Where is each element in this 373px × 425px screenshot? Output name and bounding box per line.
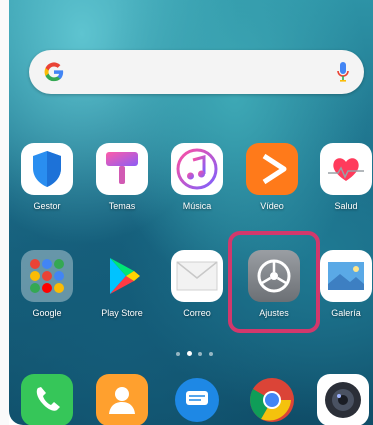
chrome-icon[interactable] — [246, 374, 298, 425]
folder-icon — [21, 250, 73, 302]
heart-icon — [320, 143, 372, 195]
google-g-icon — [44, 62, 64, 82]
play-icon — [246, 143, 298, 195]
app-label: Correo — [183, 308, 211, 318]
page-dot-active[interactable] — [187, 351, 192, 356]
page-dot[interactable] — [209, 352, 213, 356]
app-gestor[interactable]: Gestor — [15, 143, 79, 211]
messages-icon[interactable] — [171, 374, 223, 425]
app-play-store[interactable]: Play Store — [90, 250, 154, 318]
app-salud[interactable]: Salud — [314, 143, 373, 211]
device-bezel — [0, 0, 9, 425]
gallery-icon — [320, 250, 372, 302]
play-store-icon — [96, 250, 148, 302]
app-label: Gestor — [33, 201, 61, 211]
paintbrush-icon — [96, 143, 148, 195]
app-google-folder[interactable]: Google — [15, 250, 79, 318]
page-dot[interactable] — [176, 352, 180, 356]
microphone-icon[interactable] — [336, 60, 350, 84]
app-label: Música — [182, 201, 212, 211]
music-note-icon — [171, 143, 223, 195]
app-label: Galería — [331, 308, 361, 318]
envelope-icon — [171, 250, 223, 302]
shield-icon — [21, 143, 73, 195]
settings-highlight-box — [228, 231, 320, 333]
app-label: Vídeo — [260, 201, 284, 211]
app-label: Salud — [334, 201, 358, 211]
app-correo[interactable]: Correo — [165, 250, 229, 318]
app-galeria[interactable]: Galería — [314, 250, 373, 318]
page-dot[interactable] — [198, 352, 202, 356]
app-temas[interactable]: Temas — [90, 143, 154, 211]
home-screen: Gestor Temas Música Vídeo Salud Google P… — [9, 0, 373, 425]
app-musica[interactable]: Música — [165, 143, 229, 211]
camera-icon[interactable] — [317, 374, 369, 425]
contacts-icon[interactable] — [96, 374, 148, 425]
page-indicator — [176, 350, 220, 358]
google-search-bar[interactable] — [29, 50, 364, 94]
app-label: Play Store — [101, 308, 143, 318]
phone-icon[interactable] — [21, 374, 73, 425]
app-label: Temas — [108, 201, 136, 211]
app-video[interactable]: Vídeo — [240, 143, 304, 211]
app-label: Google — [32, 308, 62, 318]
